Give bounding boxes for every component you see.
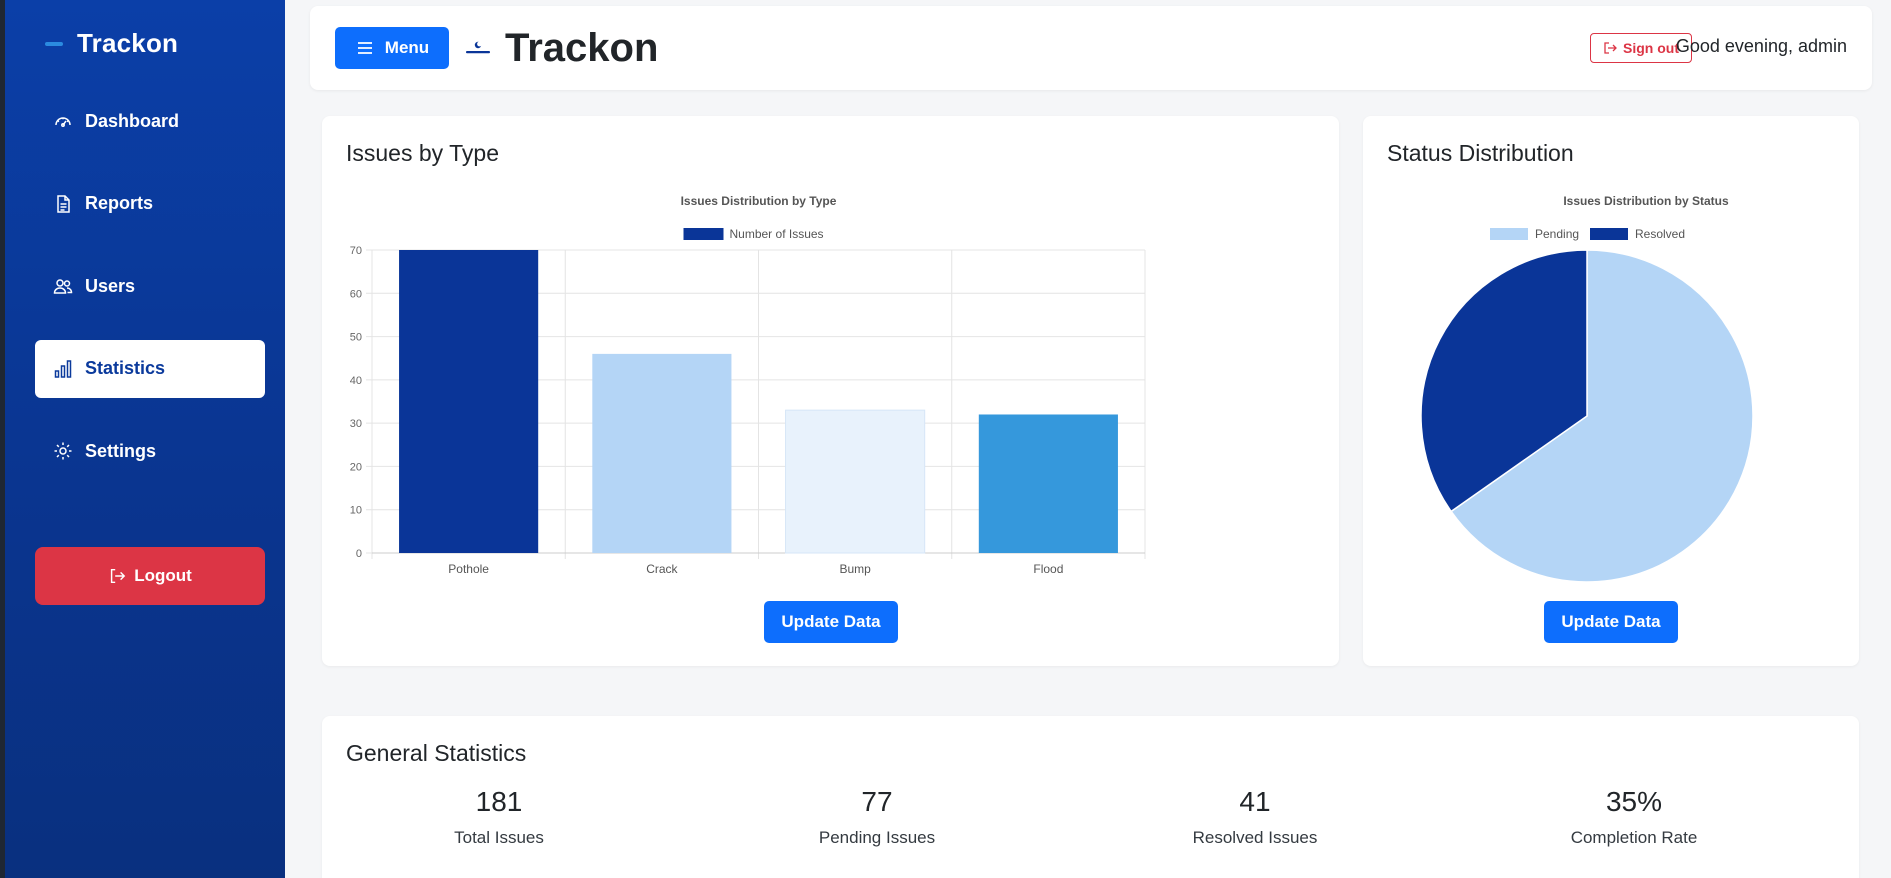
legend-label: Number of Issues [730, 227, 824, 241]
chart-title: Issues Distribution by Status [1563, 194, 1729, 208]
menu-button[interactable]: Menu [335, 27, 449, 69]
legend-swatch [1490, 228, 1528, 240]
y-tick-label: 50 [350, 332, 362, 344]
greeting-text: Good evening, admin [1675, 36, 1847, 56]
legend-swatch [683, 228, 724, 240]
top-header: Menu Trackon Sign out Good evening, admi… [310, 6, 1872, 90]
stat-value: 181 [475, 786, 523, 817]
status-distribution-card: Status Distribution Issues Distribution … [1363, 116, 1859, 666]
sidebar-item-label: Dashboard [85, 110, 180, 131]
sidebar-brand[interactable]: Trackon [45, 28, 178, 59]
bar-chart-icon [54, 359, 72, 378]
bar-flood [978, 414, 1118, 553]
y-tick-label: 0 [356, 548, 362, 560]
gear-icon [54, 442, 72, 460]
stat-value: 77 [861, 786, 893, 817]
stat-label: Completion Rate [1570, 828, 1698, 847]
logout-icon [1604, 42, 1617, 54]
bar-chart: Issues Distribution by Type Number of Iss… [350, 194, 1146, 576]
logout-button[interactable]: Logout [35, 547, 265, 605]
bar-bump [785, 409, 926, 554]
sidebar-item-label: Reports [85, 193, 154, 213]
sidebar-item-statistics[interactable]: Statistics [35, 339, 265, 398]
legend-label: Resolved [1635, 227, 1685, 241]
page-title: Trackon [505, 26, 659, 70]
hamburger-icon [357, 42, 372, 54]
brand-name: Trackon [77, 28, 179, 58]
x-tick-label: Bump [839, 562, 871, 576]
update-data-button[interactable]: Update Data [1544, 601, 1678, 643]
y-tick-label: 30 [350, 418, 362, 430]
chart-title: Issues Distribution by Type [681, 194, 837, 208]
stat-total-issues: 181 Total Issues [349, 786, 649, 848]
stat-completion-rate: 35% Completion Rate [1484, 786, 1784, 848]
pie-chart: Issues Distribution by Status Pending Reso… [1420, 194, 1754, 583]
sidebar-item-users[interactable]: Users [35, 257, 265, 315]
issues-by-type-card: Issues by Type Issues Distribution by Ty… [322, 116, 1339, 666]
sidebar: Trackon Dashboard Reports Users Statisti… [0, 0, 285, 878]
sign-out-label: Sign out [1623, 40, 1679, 56]
sidebar-nav: Dashboard Reports Users Statistics Setti… [35, 92, 265, 505]
y-tick-label: 10 [350, 505, 362, 517]
bar-crack [592, 353, 732, 553]
gauge-icon [55, 117, 71, 127]
sidebar-item-label: Users [85, 275, 136, 296]
x-tick-label: Pothole [448, 562, 489, 576]
stat-pending-issues: 77 Pending Issues [727, 786, 1027, 848]
stat-label: Pending Issues [818, 828, 936, 847]
sidebar-item-dashboard[interactable]: Dashboard [35, 92, 265, 150]
brand-logo-icon [45, 41, 63, 46]
update-data-button[interactable]: Update Data [764, 601, 898, 643]
sidebar-item-label: Statistics [85, 358, 166, 378]
sidebar-item-settings[interactable]: Settings [35, 422, 265, 480]
x-tick-label: Crack [646, 562, 678, 576]
logout-label: Logout [134, 566, 192, 585]
sidebar-item-label: Settings [85, 440, 157, 461]
y-tick-label: 70 [350, 245, 362, 257]
general-statistics-card: General Statistics 181 Total Issues 77 P… [322, 716, 1859, 878]
sidebar-item-reports[interactable]: Reports [35, 175, 265, 233]
legend-swatch [1590, 228, 1628, 240]
y-tick-label: 60 [350, 288, 362, 300]
stat-label: Resolved Issues [1192, 828, 1318, 847]
bar-pothole [399, 250, 539, 553]
users-icon [53, 279, 73, 294]
y-tick-label: 40 [350, 375, 362, 387]
legend-label: Pending [1535, 227, 1579, 241]
stat-value: 35% [1605, 786, 1663, 817]
menu-label: Menu [384, 38, 430, 57]
stat-label: Total Issues [454, 828, 544, 847]
stat-value: 41 [1239, 786, 1271, 817]
logout-icon [111, 568, 126, 584]
card-title: General Statistics [346, 740, 527, 766]
x-tick-label: Flood [1033, 562, 1063, 576]
trackon-logo-icon [466, 41, 490, 54]
document-icon [57, 194, 70, 213]
stat-resolved-issues: 41 Resolved Issues [1105, 786, 1405, 848]
y-tick-label: 20 [350, 461, 362, 473]
